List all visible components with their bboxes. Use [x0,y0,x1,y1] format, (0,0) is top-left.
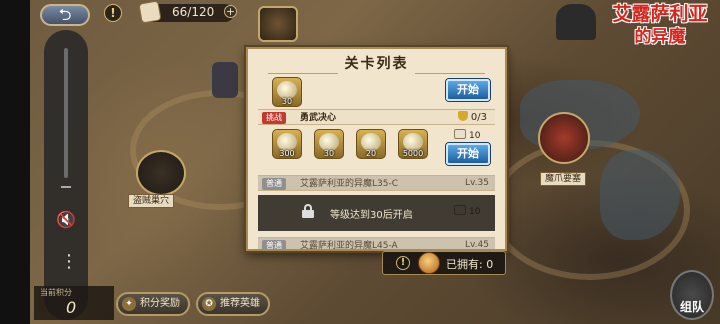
mute-icon[interactable]: 🔇 [56,210,76,230]
locked-overlay: 等级达到30后开启 [258,195,495,231]
add-stamina-button[interactable]: + [224,5,237,18]
lock-icon [302,204,314,218]
mountain-icon[interactable] [556,4,596,40]
reward-slot[interactable]: 30 [314,129,344,159]
stage-item: 普通 艾露萨利亚的异魔L35-C Lv.35 10 等级达到30后开启 [258,175,495,235]
stage-header: 挑战 勇武决心 0/3 [258,109,495,125]
progress-value: 0/3 [470,112,487,123]
stage-level: Lv.45 [465,240,489,249]
stamina-value: 66/120 [172,5,215,19]
reward-count: 5000 [402,149,424,158]
castle-icon[interactable] [258,6,298,42]
stage-name: 艾露萨利亚的异魔L45-A [300,241,398,249]
screen-edge [0,0,30,324]
challenge-tag: 挑战 [262,112,286,124]
team-button[interactable]: 组队 [670,270,714,320]
volume-slider[interactable] [64,48,68,178]
stage-item: 30 开始 [258,77,495,107]
score-label: 当前积分 [40,288,72,297]
reward-slot[interactable]: 300 [272,129,302,159]
stage-list-modal: 关卡列表 30 开始 挑战 勇武决心 0/3 300 30 20 5000 10… [246,47,507,251]
event-logo: 艾露萨利亚 的异魔 [600,2,720,54]
stage-level: Lv.35 [465,178,489,188]
stamina-scroll-icon [454,129,466,139]
reward-slot[interactable]: 30 [272,77,302,107]
trophy-icon [457,111,468,121]
cost-value: 10 [469,131,481,141]
reward-count: 30 [323,149,335,158]
recommended-heroes-button[interactable]: ✪ 推荐英雄 [196,292,270,316]
reward-count: 20 [365,149,377,158]
stage-header: 普通 艾露萨利亚的异魔L35-C Lv.35 [258,175,495,191]
stamina-scroll-icon [138,0,162,24]
stage-item: 普通 艾露萨利亚的异魔L45-A Lv.45 [258,237,495,249]
start-button[interactable]: 开始 [446,143,490,165]
normal-tag: 普通 [262,178,286,190]
stage-item: 挑战 勇武决心 0/3 300 30 20 5000 10 开始 [258,109,495,173]
stage-name: 勇武决心 [300,113,337,123]
modal-title: 关卡列表 [344,56,409,72]
stage-header: 普通 艾露萨利亚的异魔L45-A Lv.45 [258,237,495,249]
reward-slot[interactable]: 5000 [398,129,428,159]
map-marker-label[interactable]: 魔爪要塞 [540,172,587,186]
stage-progress: 0/3 [457,111,487,123]
title-divider [415,73,485,74]
reward-count: 30 [281,97,293,106]
map-marker-label[interactable]: 盗贼巢穴 [128,194,175,208]
stage-list[interactable]: 30 开始 挑战 勇武决心 0/3 300 30 20 5000 10 开始 普… [258,77,495,249]
unlock-requirement: 等级达到30后开启 [330,210,413,221]
start-button[interactable]: 开始 [446,79,490,101]
reward-count: 300 [279,149,295,158]
score-rewards-label: 积分奖励 [140,298,180,309]
thieves-den-icon[interactable] [136,150,186,196]
stage-name: 艾露萨利亚的异魔L35-C [300,179,398,189]
volume-slider-knob[interactable] [61,186,71,188]
score-value: 0 [66,298,77,317]
tower-icon[interactable] [212,62,238,98]
score-rewards-button[interactable]: ✦ 积分奖励 [116,292,190,316]
stamina-cost: 10 [454,129,480,141]
owned-count: 已拥有: 0 [446,258,494,271]
hero-icon: ✪ [202,297,216,311]
info-icon[interactable]: ! [104,4,122,22]
reward-icon: ✦ [122,297,136,311]
logo-line-2: 的异魔 [634,27,686,47]
more-options-icon[interactable]: ⋮ [60,253,78,288]
back-button[interactable]: ⮌ [40,4,90,26]
recommended-heroes-label: 推荐英雄 [220,298,260,309]
logo-line-1: 艾露萨利亚 [612,3,708,25]
claw-fortress-icon[interactable] [538,112,590,164]
normal-tag: 普通 [262,240,286,249]
info-icon[interactable]: ! [396,256,410,270]
token-icon [418,252,440,274]
reward-slot[interactable]: 20 [356,129,386,159]
title-divider [268,73,338,74]
